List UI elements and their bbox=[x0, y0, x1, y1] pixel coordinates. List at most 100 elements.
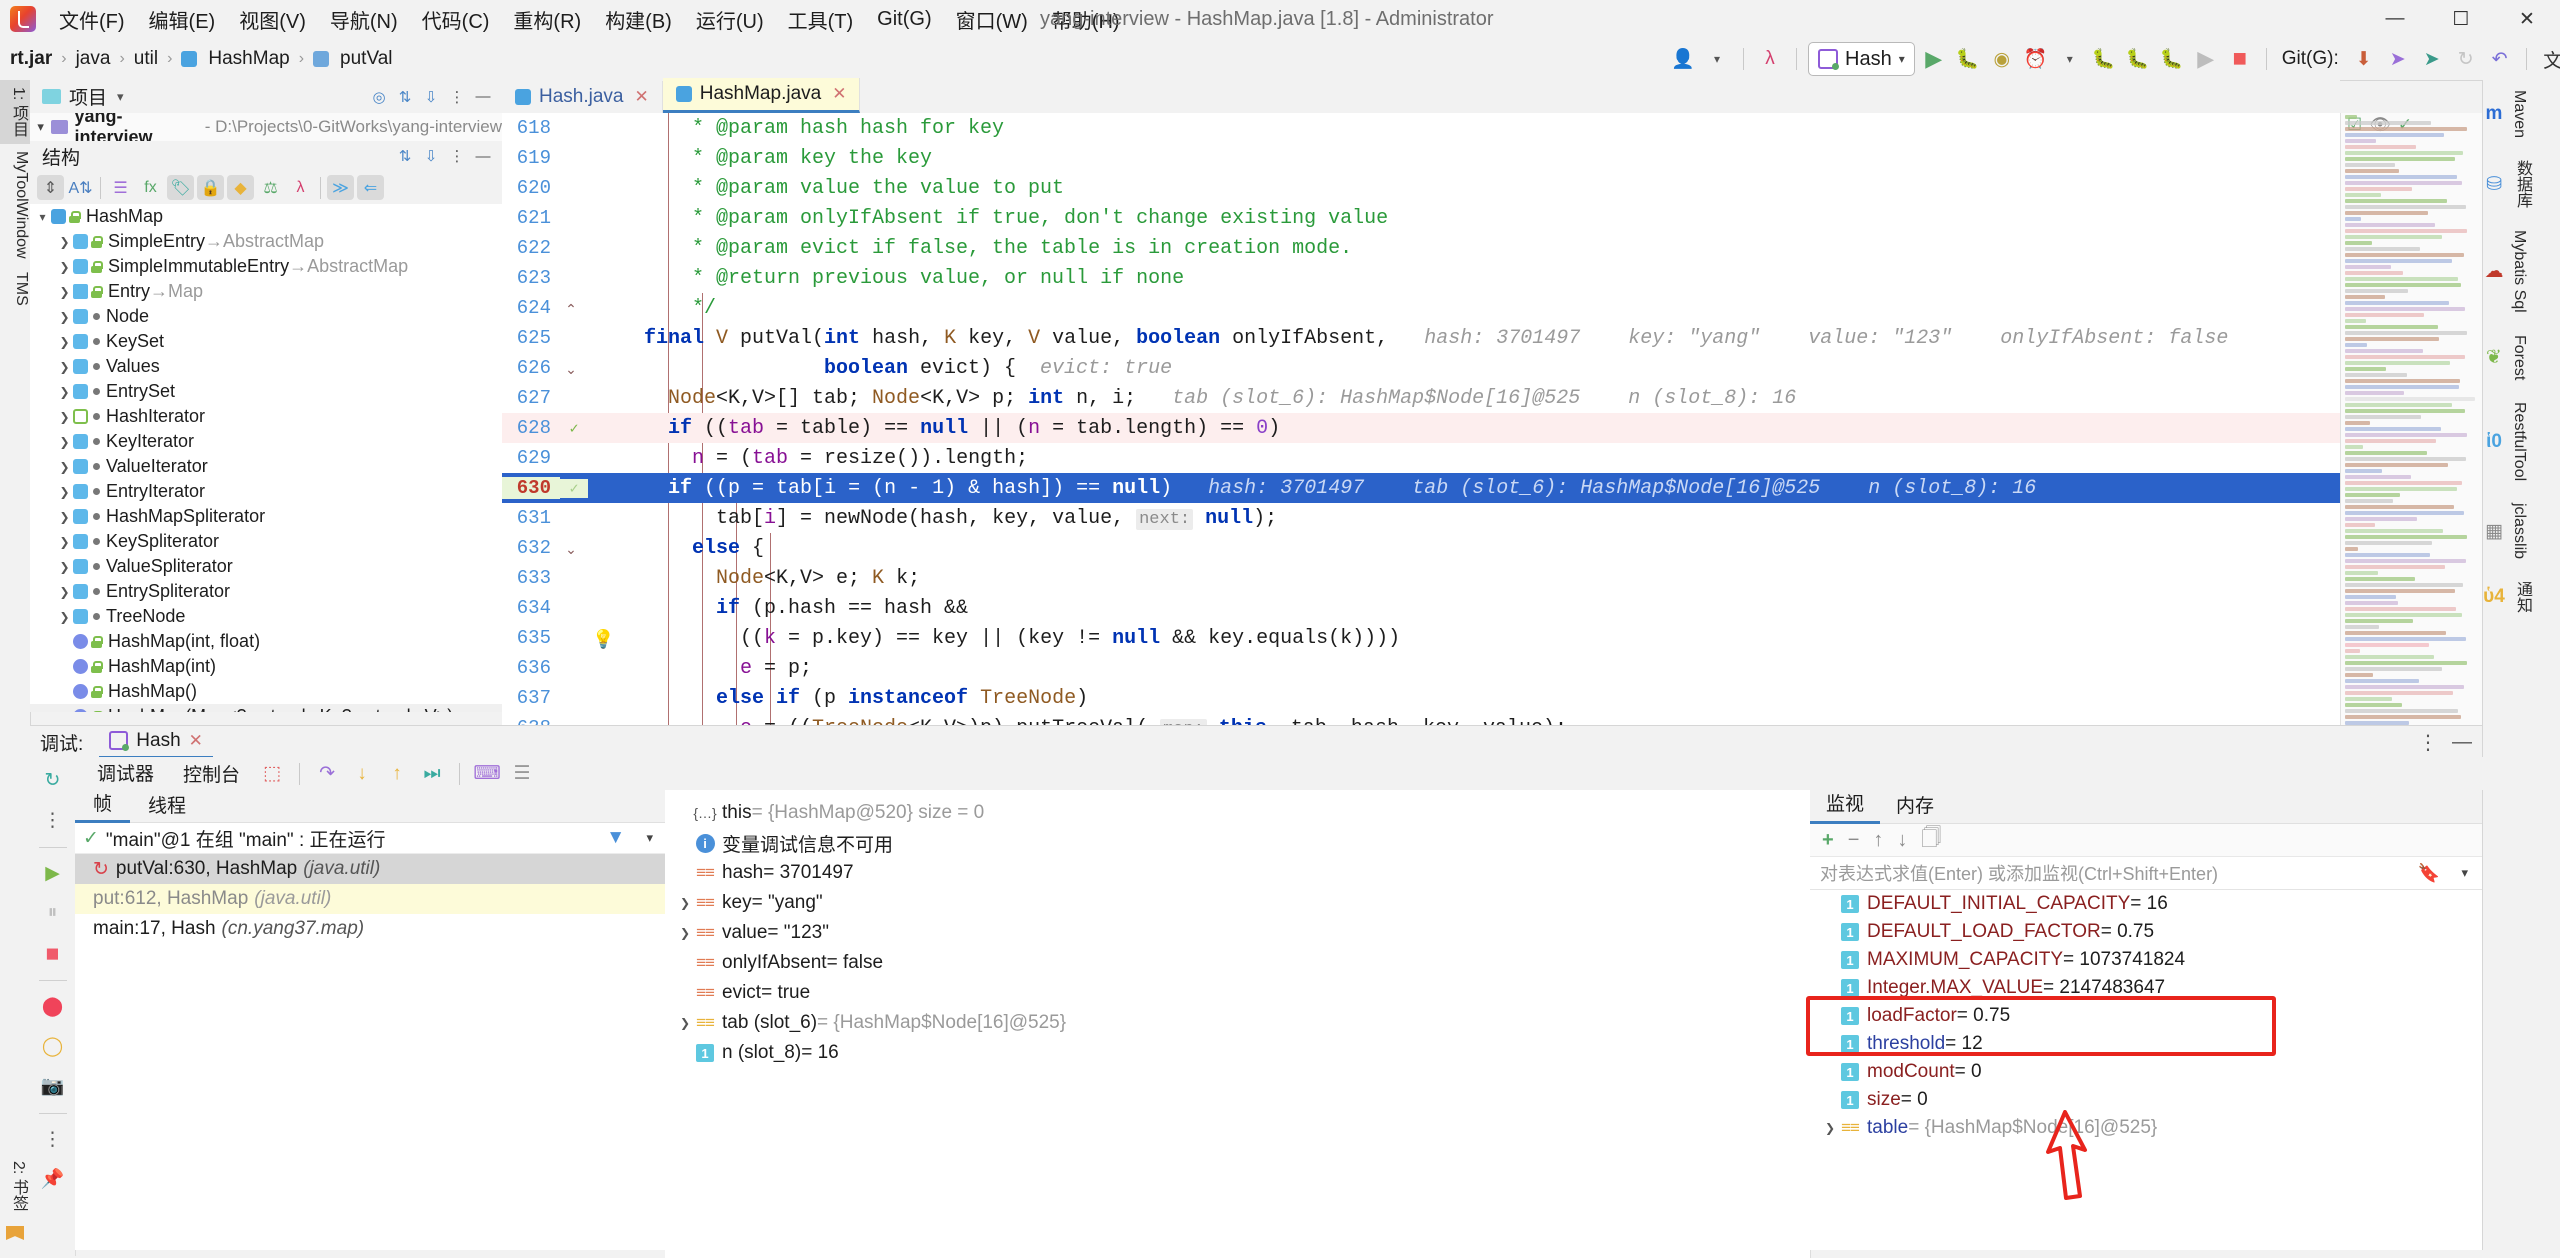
line-number[interactable]: 634 bbox=[502, 597, 560, 619]
debugger-tab-0[interactable]: 调试器 bbox=[85, 755, 167, 793]
watch-list[interactable]: 1 DEFAULT_INITIAL_CAPACITY = 16 1 DEFAULT_L… bbox=[1810, 890, 2482, 1142]
expand-all-icon[interactable]: ⇅ bbox=[392, 84, 418, 110]
code-line-637[interactable]: 637 else if (p instanceof TreeNode) bbox=[502, 683, 2340, 713]
structure-tree[interactable]: ▾ HashMap ❯ SimpleEntry →AbstractMap ❯ Simple… bbox=[30, 204, 502, 712]
frame-tab-1[interactable]: 线程 bbox=[130, 791, 204, 822]
watches-panel[interactable]: 监视 内存 + − ↑ ↓ 🗍 对表达式求值(Enter) 或添加监视(Ctrl+… bbox=[1810, 790, 2482, 1250]
chevron-right-icon[interactable]: ❯ bbox=[675, 926, 695, 940]
breadcrumb-item-rt-jar[interactable]: rt.jar bbox=[10, 48, 52, 70]
line-number[interactable]: 632 bbox=[502, 537, 560, 559]
code-line-622[interactable]: 622 * @param evict if false, the table is… bbox=[502, 233, 2340, 263]
line-number[interactable]: 633 bbox=[502, 567, 560, 589]
chevron-right-icon[interactable]: ❯ bbox=[56, 335, 73, 349]
pin-icon[interactable]: 🔖 bbox=[2418, 863, 2440, 884]
code-line-630[interactable]: 630 ✓ if ((p = tab[i = (n - 1) & hash]) ==… bbox=[502, 473, 2340, 503]
chevron-right-icon[interactable]: ❯ bbox=[56, 460, 73, 474]
watch-row-4[interactable]: 1 loadFactor = 0.75 bbox=[1810, 1002, 2482, 1030]
structure-item-keyset[interactable]: ❯ KeySet bbox=[30, 329, 502, 354]
structure-item-treenode[interactable]: ❯ TreeNode bbox=[30, 604, 502, 629]
git-rollback-icon[interactable]: ↶ bbox=[2485, 44, 2515, 74]
menu-item-2[interactable]: 视图(V) bbox=[228, 2, 317, 37]
menu-item-3[interactable]: 导航(N) bbox=[319, 2, 409, 37]
stop-program-icon[interactable]: ■ bbox=[36, 936, 70, 970]
frame-row-2[interactable]: main:17, Hash (cn.yang37.map) bbox=[75, 914, 665, 944]
hide-panel-icon[interactable]: — bbox=[2452, 731, 2472, 754]
git-commit-icon[interactable]: ➤ bbox=[2383, 44, 2413, 74]
breadcrumb-item-util[interactable]: util bbox=[134, 48, 158, 70]
code-line-626[interactable]: 626 boolean evict) { evict: true bbox=[502, 353, 2340, 383]
close-icon[interactable]: ✕ bbox=[635, 87, 649, 107]
variable-row-1[interactable]: i 变量调试信息不可用 bbox=[665, 828, 1810, 858]
structure-item-keyiterator[interactable]: ❯ KeyIterator bbox=[30, 429, 502, 454]
line-number[interactable]: 621 bbox=[502, 207, 560, 229]
watch-row-1[interactable]: 1 DEFAULT_LOAD_FACTOR = 0.75 bbox=[1810, 918, 2482, 946]
structure-item-keyspliterator[interactable]: ❯ KeySpliterator bbox=[30, 529, 502, 554]
frames-panel[interactable]: 帧线程 ✓ "main"@1 在组 "main" : 正在运行 ▼ ▾ ↻ put… bbox=[75, 790, 666, 1250]
structure-item-values[interactable]: ❯ Values bbox=[30, 354, 502, 379]
more-options-icon[interactable]: ⋮ bbox=[36, 1122, 70, 1156]
structure-item-hashmap--[interactable]: HashMap() bbox=[30, 679, 502, 704]
code-line-635[interactable]: 635 ((k = p.key) == key || (key != null &… bbox=[502, 623, 2340, 653]
arrow-up-icon[interactable]: ↑ bbox=[1873, 829, 1883, 852]
chevron-right-icon[interactable]: ❯ bbox=[56, 235, 73, 249]
chevron-right-icon[interactable]: ❯ bbox=[56, 485, 73, 499]
chevron-right-icon[interactable]: ❯ bbox=[56, 610, 73, 624]
line-number[interactable]: 627 bbox=[502, 387, 560, 409]
variable-row-7[interactable]: ❯ ≡≡ tab (slot_6) = {HashMap$Node[16]@525} bbox=[665, 1008, 1810, 1038]
code-line-625[interactable]: 625 final V putVal(int hash, K key, V val… bbox=[502, 323, 2340, 353]
rerun-icon[interactable]: ↻ bbox=[36, 763, 70, 797]
line-number[interactable]: 624 bbox=[502, 297, 560, 319]
show-anonymous-icon[interactable]: ◆ bbox=[227, 175, 254, 200]
profiler-button[interactable]: ⏰ bbox=[2021, 44, 2051, 74]
step-out-icon[interactable]: ↑ bbox=[382, 759, 412, 789]
stop-button[interactable]: ■ bbox=[2225, 44, 2255, 74]
line-number[interactable]: 628 bbox=[502, 417, 560, 439]
mute-breakpoints-icon[interactable]: ◯ bbox=[36, 1029, 70, 1063]
menu-item-10[interactable]: 窗口(W) bbox=[945, 2, 1039, 37]
editor-tab-hashmap-java[interactable]: HashMap.java ✕ bbox=[662, 78, 861, 113]
chevron-down-icon[interactable]: ▾ bbox=[1702, 44, 1732, 74]
chevron-down-icon[interactable]: ▾ bbox=[30, 119, 51, 135]
close-icon[interactable]: ✕ bbox=[832, 84, 846, 104]
variable-row-4[interactable]: ❯ ≡≡ value = "123" bbox=[665, 918, 1810, 948]
more-options-icon[interactable]: ⋮ bbox=[444, 143, 470, 169]
watch-row-0[interactable]: 1 DEFAULT_INITIAL_CAPACITY = 16 bbox=[1810, 890, 2482, 918]
code-line-621[interactable]: 621 * @param onlyIfAbsent if true, don't … bbox=[502, 203, 2340, 233]
step-into-icon[interactable]: ↓ bbox=[347, 759, 377, 789]
structure-item-hashmap-int--float-[interactable]: HashMap(int, float) bbox=[30, 629, 502, 654]
code-line-618[interactable]: 618 * @param hash hash for key bbox=[502, 113, 2340, 143]
variable-row-0[interactable]: {…} this = {HashMap@520} size = 0 bbox=[665, 798, 1810, 828]
run-coverage-button[interactable]: ◉ bbox=[1987, 44, 2017, 74]
bookmarks-tool-button[interactable]: 2: 书签 bbox=[0, 1154, 30, 1218]
structure-item-entryspliterator[interactable]: ❯ EntrySpliterator bbox=[30, 579, 502, 604]
watch-row-7[interactable]: 1 size = 0 bbox=[1810, 1086, 2482, 1114]
code-line-638[interactable]: 638e = ((TreeNode<K,V>)p).putTreeVal( ma… bbox=[502, 713, 2340, 725]
structure-item-simpleimmutableentry[interactable]: ❯ SimpleImmutableEntry →AbstractMap bbox=[30, 254, 502, 279]
right-strip-6[interactable]: ὑ4 通知 bbox=[2483, 581, 2560, 613]
run-to-cursor-icon[interactable]: ⏭ bbox=[417, 759, 447, 789]
evaluate-expression-icon[interactable]: ⌨ bbox=[472, 759, 502, 789]
line-number[interactable]: 631 bbox=[502, 507, 560, 529]
menu-item-6[interactable]: 构建(B) bbox=[594, 2, 683, 37]
copy-icon[interactable]: 🗍 bbox=[1921, 823, 1941, 857]
structure-item-valuespliterator[interactable]: ❯ ValueSpliterator bbox=[30, 554, 502, 579]
screenshot-icon[interactable]: 📷 bbox=[36, 1069, 70, 1103]
pause-program-icon[interactable]: ⏸ bbox=[36, 896, 70, 930]
filter-icon[interactable]: ▼ bbox=[606, 827, 625, 849]
chevron-right-icon[interactable]: ❯ bbox=[56, 385, 73, 399]
editor-tab-hash-java[interactable]: Hash.java ✕ bbox=[502, 81, 663, 113]
line-number[interactable]: 636 bbox=[502, 657, 560, 679]
chevron-right-icon[interactable]: ❯ bbox=[56, 410, 73, 424]
code-line-619[interactable]: 619 * @param key the key bbox=[502, 143, 2340, 173]
show-options-icon[interactable]: ☰ bbox=[507, 759, 537, 789]
structure-item-hashmap-map---extends-k----extends-v--[interactable]: HashMap(Map<? extends K, ? extends V>) bbox=[30, 704, 502, 712]
chevron-right-icon[interactable]: ❯ bbox=[56, 260, 73, 274]
code-line-627[interactable]: 627 Node<K,V>[] tab; Node<K,V> p; int n, … bbox=[502, 383, 2340, 413]
chevron-down-icon[interactable]: ▾ bbox=[117, 89, 124, 105]
locate-file-icon[interactable]: ◎ bbox=[366, 84, 392, 110]
code-editor[interactable]: 618 * @param hash hash for key 619 * @param… bbox=[502, 113, 2340, 725]
line-number[interactable]: 626 bbox=[502, 357, 560, 379]
lambda-icon[interactable]: λ bbox=[287, 175, 314, 200]
show-inherited-icon[interactable]: 🔒 bbox=[197, 175, 224, 200]
minimize-button[interactable]: — bbox=[2362, 0, 2428, 38]
